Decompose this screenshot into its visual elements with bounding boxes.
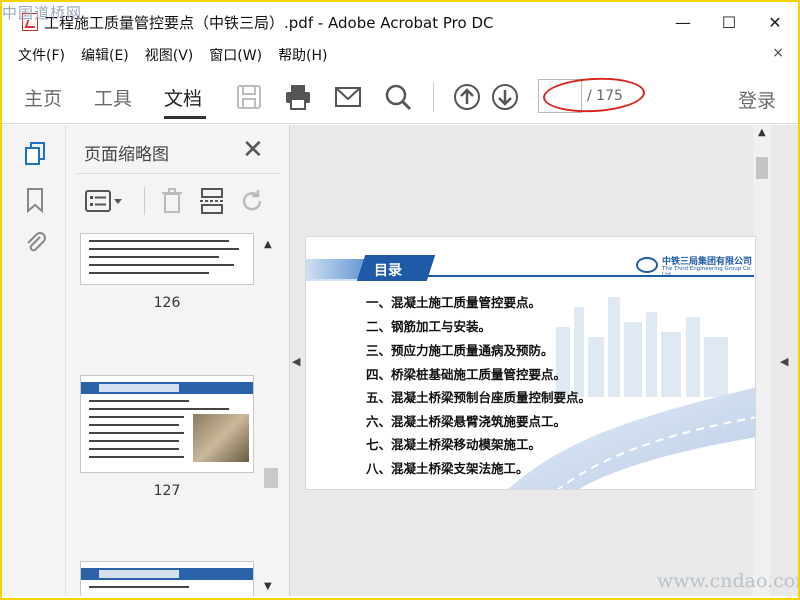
scroll-down-arrow-icon[interactable]: ▼ bbox=[264, 581, 272, 592]
menu-edit[interactable]: 编辑(E) bbox=[81, 45, 129, 65]
menu-view[interactable]: 视图(V) bbox=[145, 45, 194, 65]
toc-item: 一、混凝土施工质量管控要点。 bbox=[366, 295, 542, 310]
thumbnail-options-icon[interactable] bbox=[84, 187, 124, 215]
close-panel-button[interactable]: ✕ bbox=[242, 135, 264, 165]
tab-document[interactable]: 文档 bbox=[164, 84, 202, 111]
collapse-left-panel-icon[interactable]: ◀ bbox=[292, 355, 300, 368]
navigation-rail bbox=[2, 125, 66, 596]
page-thumbnail-128[interactable] bbox=[80, 561, 254, 596]
active-tab-indicator bbox=[164, 116, 206, 119]
watermark-bottom: www.cndao.com bbox=[657, 570, 800, 592]
scrollbar-thumb[interactable] bbox=[756, 157, 768, 179]
print-icon[interactable] bbox=[283, 82, 313, 112]
slide-heading: 目录 bbox=[374, 263, 402, 279]
title-bar: 工程施工质量管控要点（中铁三局）.pdf - Adobe Acrobat Pro… bbox=[2, 2, 798, 42]
scrollbar-thumb[interactable] bbox=[264, 468, 278, 488]
toc-item: 二、钢筋加工与安装。 bbox=[366, 319, 492, 334]
page-down-icon[interactable] bbox=[490, 82, 520, 112]
toc-item: 四、桥梁桩基础施工质量管控要点。 bbox=[366, 367, 567, 382]
toc-item: 三、预应力施工质量通病及预防。 bbox=[366, 343, 554, 358]
maximize-button[interactable]: ☐ bbox=[706, 2, 752, 42]
rotate-icon[interactable] bbox=[238, 187, 266, 215]
attachment-icon[interactable] bbox=[22, 229, 48, 255]
toc-item: 六、混凝土桥梁悬臂浇筑施要点工。 bbox=[366, 414, 567, 429]
menu-file[interactable]: 文件(F) bbox=[18, 45, 65, 65]
toolbar: 主页 工具 文档 / 175 登录 bbox=[2, 68, 798, 124]
thumbnail-photo bbox=[193, 414, 249, 462]
company-name-en: The Third Engineering Group Co. Ltd. bbox=[662, 266, 752, 278]
company-logo bbox=[636, 257, 658, 273]
toc-item: 八、混凝土桥梁支架法施工。 bbox=[366, 461, 529, 476]
page-thumbnail-126[interactable] bbox=[80, 233, 254, 285]
menu-help[interactable]: 帮助(H) bbox=[278, 45, 327, 65]
thumbnail-list: 126 127 bbox=[66, 233, 284, 596]
bookmark-icon[interactable] bbox=[22, 187, 48, 213]
tab-home[interactable]: 主页 bbox=[24, 84, 62, 111]
minimize-button[interactable]: — bbox=[660, 2, 706, 42]
scroll-up-arrow-icon[interactable]: ▲ bbox=[758, 127, 766, 138]
menu-window[interactable]: 窗口(W) bbox=[209, 45, 262, 65]
watermark-top: 中国道桥网 bbox=[2, 4, 83, 22]
thumbnail-page-number: 127 bbox=[153, 483, 181, 499]
thumbnail-page-number: 126 bbox=[153, 295, 181, 311]
page-thumbnails-icon[interactable] bbox=[22, 141, 48, 167]
window-title: 工程施工质量管控要点（中铁三局）.pdf - Adobe Acrobat Pro… bbox=[44, 13, 494, 32]
scroll-up-arrow-icon[interactable]: ▲ bbox=[264, 239, 272, 250]
panel-title: 页面缩略图 bbox=[84, 145, 169, 165]
toc-item: 七、混凝土桥梁移动模架施工。 bbox=[366, 437, 542, 452]
delete-icon[interactable] bbox=[158, 187, 186, 215]
menu-bar: 文件(F) 编辑(E) 视图(V) 窗口(W) 帮助(H) × bbox=[2, 42, 798, 68]
page-thumbnails-panel: 页面缩略图 ✕ 126 127 ▲ ▼ bbox=[66, 125, 290, 596]
save-icon[interactable] bbox=[234, 82, 264, 112]
page-up-icon[interactable] bbox=[452, 82, 482, 112]
panel-divider bbox=[76, 173, 280, 174]
window-controls: — ☐ ✕ bbox=[660, 2, 798, 42]
expand-right-panel-icon[interactable]: ◀ bbox=[780, 355, 788, 368]
login-button[interactable]: 登录 bbox=[738, 86, 776, 113]
insert-page-icon[interactable] bbox=[198, 187, 226, 215]
document-view[interactable]: ◀ ◀ ▲ 目录 中铁三局集团有限公司 The Third Engineerin… bbox=[290, 125, 798, 596]
pdf-page: 目录 中铁三局集团有限公司 The Third Engineering Grou… bbox=[305, 236, 756, 490]
toolbar-separator bbox=[433, 82, 434, 112]
thumbnail-scrollbar[interactable]: ▲ ▼ bbox=[261, 233, 278, 596]
page-thumbnail-127[interactable] bbox=[80, 375, 254, 473]
tab-tools[interactable]: 工具 bbox=[94, 84, 132, 111]
toc-item: 五、混凝土桥梁预制台座质量控制要点。 bbox=[366, 390, 592, 405]
search-icon[interactable] bbox=[383, 82, 413, 112]
close-document-button[interactable]: × bbox=[772, 45, 784, 61]
email-icon[interactable] bbox=[333, 82, 363, 112]
panel-tool-separator bbox=[144, 187, 145, 215]
close-window-button[interactable]: ✕ bbox=[752, 2, 798, 42]
